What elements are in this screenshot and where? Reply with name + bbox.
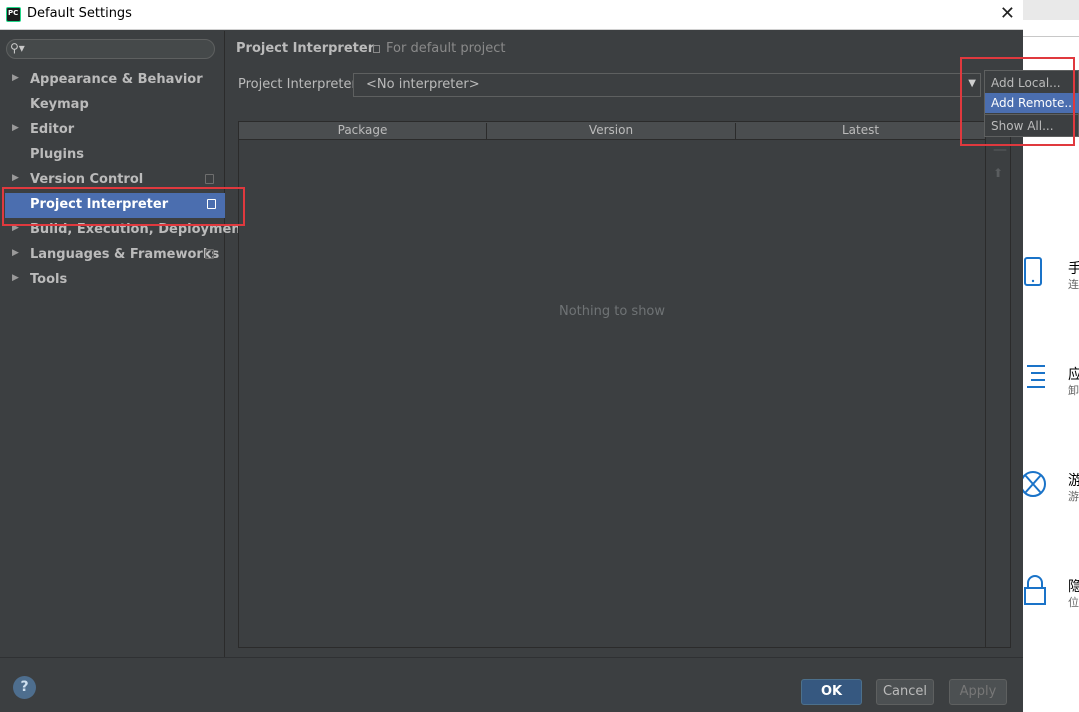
project-scope-icon — [205, 249, 214, 259]
background-item-subtitle: 卸 — [1068, 384, 1079, 397]
expand-arrow-icon[interactable]: ▶ — [12, 123, 19, 133]
column-header-package[interactable]: Package — [239, 123, 487, 139]
interpreter-dropdown[interactable]: <No interpreter> ▼ — [353, 73, 981, 97]
sidebar-item-label: Languages & Frameworks — [30, 247, 220, 262]
sidebar-item-label: Keymap — [30, 97, 89, 112]
table-header: Package Version Latest — [239, 122, 985, 140]
background-item-title: 游 — [1068, 473, 1079, 489]
interpreter-label: Project Interpreter: — [238, 77, 362, 92]
xbox-icon — [1023, 471, 1046, 497]
background-item-subtitle: 连 — [1068, 278, 1079, 291]
sidebar-item-label: Editor — [30, 122, 75, 137]
ok-button[interactable]: OK — [801, 679, 862, 705]
annotation-highlight-box — [960, 57, 1075, 146]
settings-content: Project Interpreter For default project … — [226, 31, 1023, 657]
background-title-strip — [1023, 0, 1079, 20]
sidebar-item-label: Appearance & Behavior — [30, 72, 203, 87]
expand-arrow-icon[interactable]: ▶ — [12, 273, 19, 283]
sidebar-item-plugins[interactable]: Plugins — [0, 143, 225, 168]
sidebar-item-tools[interactable]: ▶ Tools — [0, 268, 225, 293]
settings-sidebar: ⚲▾ ▶ Appearance & Behavior Keymap ▶ Edit… — [0, 31, 247, 657]
title-bar: Default Settings ✕ — [0, 0, 1023, 30]
sidebar-item-label: Version Control — [30, 172, 144, 187]
column-header-latest[interactable]: Latest — [736, 123, 985, 139]
page-title: Project Interpreter — [236, 41, 375, 56]
window-title: Default Settings — [27, 6, 132, 21]
background-divider — [1023, 36, 1079, 37]
scope-note: For default project — [386, 41, 506, 56]
column-header-version[interactable]: Version — [487, 123, 736, 139]
search-icon: ⚲▾ — [10, 41, 25, 55]
package-toolbar: — ⬆ — [986, 140, 1010, 647]
search-input[interactable]: ⚲▾ — [6, 39, 215, 59]
background-item-title: 手 — [1068, 261, 1079, 277]
sidebar-item-appearance-behavior[interactable]: ▶ Appearance & Behavior — [0, 68, 225, 93]
background-item-apps[interactable]: 应 卸 — [1023, 362, 1079, 412]
close-icon[interactable]: ✕ — [1000, 3, 1015, 24]
sidebar-item-label: Tools — [30, 272, 68, 287]
project-scope-icon — [205, 174, 214, 184]
cancel-button[interactable]: Cancel — [876, 679, 934, 705]
sidebar-item-keymap[interactable]: Keymap — [0, 93, 225, 118]
settings-dialog: Default Settings ✕ ⚲▾ ▶ Appearance & Beh… — [0, 0, 1023, 712]
help-icon[interactable]: ? — [13, 676, 36, 699]
background-item-title: 隐 — [1068, 579, 1079, 595]
packages-table: Package Version Latest — ⬆ Nothing to sh… — [238, 121, 1011, 648]
upgrade-package-icon[interactable]: ⬆ — [993, 166, 1003, 180]
sidebar-item-languages-frameworks[interactable]: ▶ Languages & Frameworks — [0, 243, 225, 268]
background-item-phone[interactable]: 手 连 — [1023, 256, 1079, 306]
expand-arrow-icon[interactable]: ▶ — [12, 73, 19, 83]
list-icon — [1027, 365, 1045, 388]
background-item-title: 应 — [1068, 367, 1079, 383]
annotation-highlight-box — [2, 187, 245, 226]
footer-divider — [0, 657, 1023, 658]
apply-button[interactable]: Apply — [949, 679, 1007, 705]
sidebar-item-editor[interactable]: ▶ Editor — [0, 118, 225, 143]
interpreter-value: <No interpreter> — [366, 77, 480, 92]
phone-icon — [1024, 257, 1042, 286]
expand-arrow-icon[interactable]: ▶ — [12, 248, 19, 258]
background-item-subtitle: 游 — [1068, 490, 1079, 503]
sidebar-item-label: Plugins — [30, 147, 84, 162]
empty-state-text: Nothing to show — [558, 304, 666, 319]
background-item-gaming[interactable]: 游 游 — [1023, 468, 1079, 518]
expand-arrow-icon[interactable]: ▶ — [12, 173, 19, 183]
project-scope-icon — [373, 45, 380, 53]
pycharm-app-icon — [6, 7, 21, 22]
background-item-subtitle: 位 — [1068, 596, 1079, 609]
background-item-privacy[interactable]: 隐 位 — [1023, 574, 1079, 624]
lock-icon — [1024, 575, 1046, 605]
